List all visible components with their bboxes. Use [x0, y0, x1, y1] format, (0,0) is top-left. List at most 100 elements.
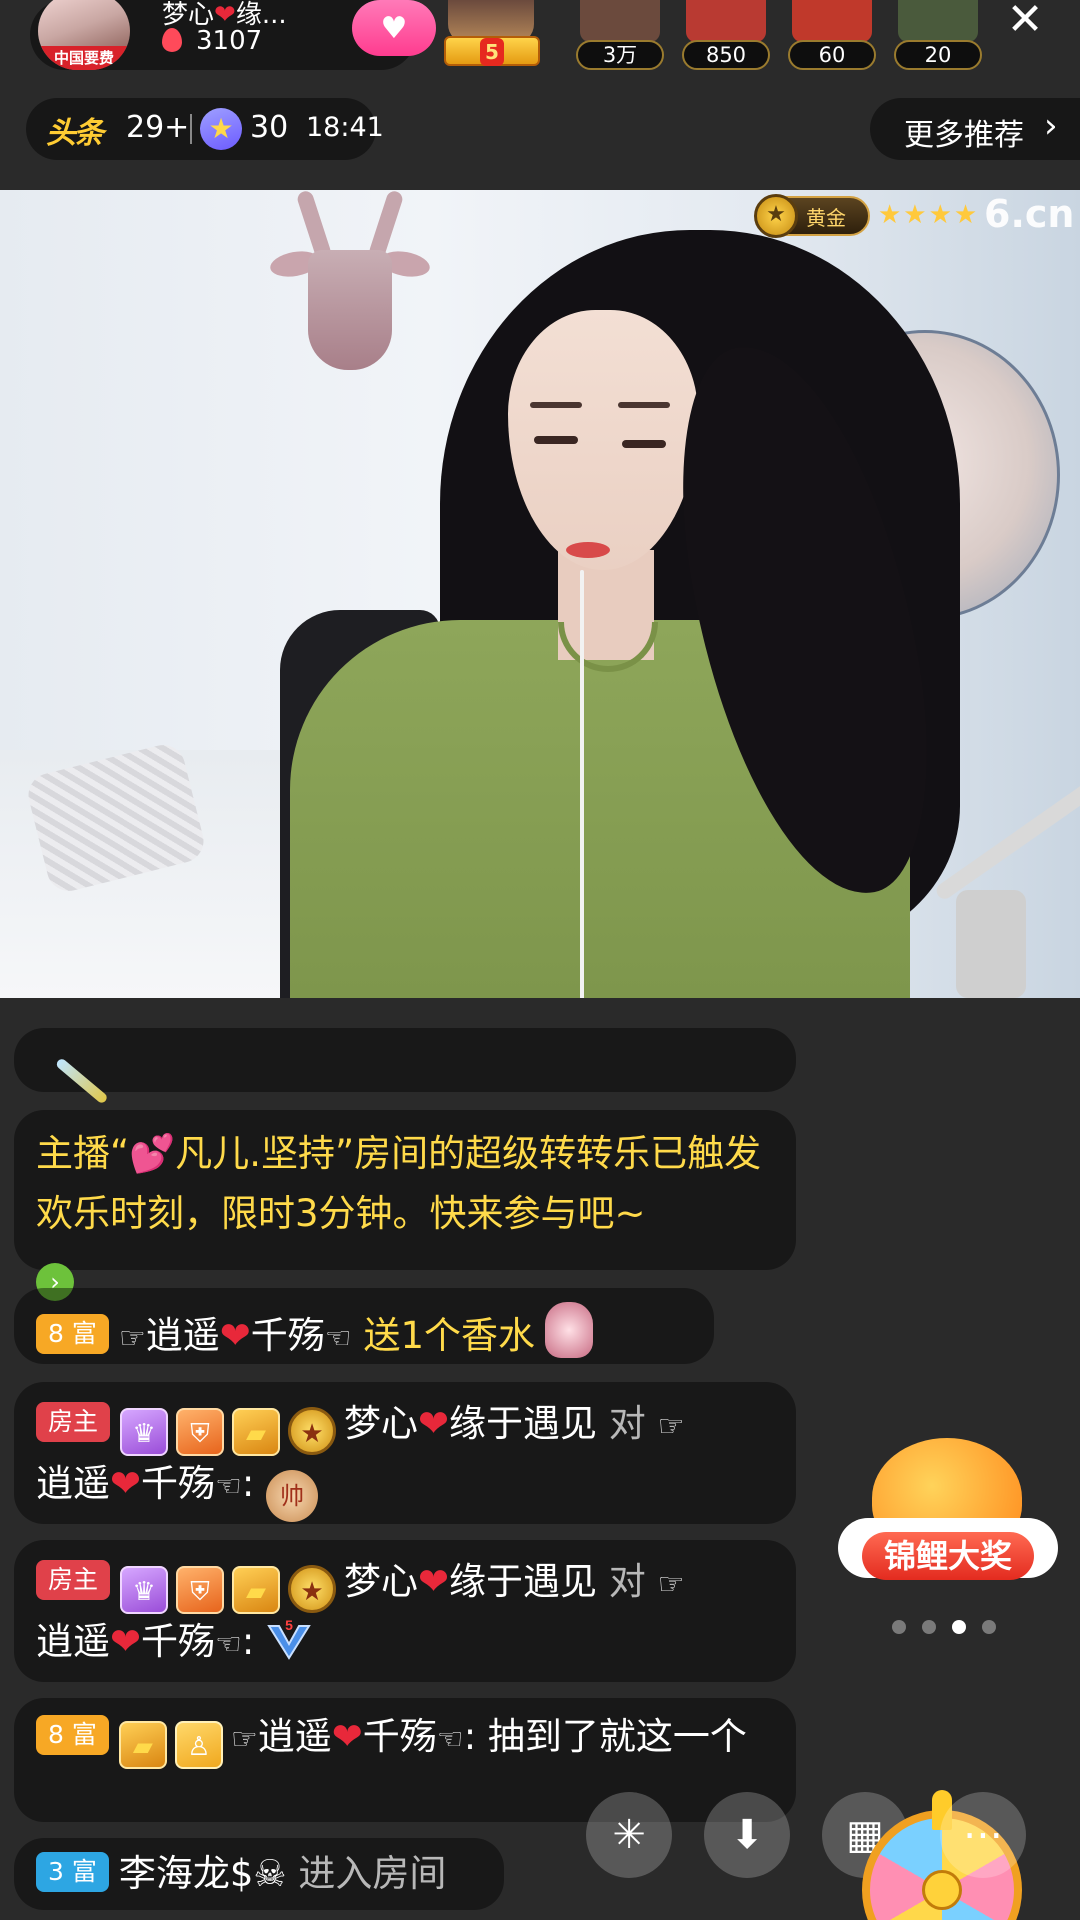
viewer-count: 60	[788, 40, 876, 70]
host-hot: 3107	[162, 26, 262, 56]
viewer-avatar[interactable]: 3万	[576, 0, 664, 72]
carousel-indicator	[892, 1620, 1002, 1636]
carousel-dot[interactable]	[982, 1620, 996, 1634]
medal-icon: ★	[754, 194, 798, 238]
heart-icon: ❤	[110, 1462, 142, 1505]
chat-username[interactable]: 逍遥	[36, 1462, 110, 1505]
heart-icon: ❤	[219, 1314, 251, 1357]
medal-icon: ★	[288, 1407, 337, 1455]
carousel-dot[interactable]	[922, 1620, 936, 1634]
gold-level-badge[interactable]: ★ 黄金	[754, 194, 870, 238]
viewer-count: 20	[894, 40, 982, 70]
chat-username[interactable]: 逍遥	[258, 1715, 332, 1758]
level-v5-icon: 5	[267, 1617, 311, 1660]
chat-username[interactable]: 梦心	[344, 1402, 418, 1445]
chat-username[interactable]: 千殇	[363, 1715, 437, 1758]
host-avatar[interactable]: 中国要费	[38, 0, 130, 70]
chat-message[interactable]: 8 富 ▰ ♙ ☞逍遥❤千殇☜: 抽到了就这一个	[14, 1698, 796, 1822]
heart-icon: ❤	[331, 1715, 363, 1758]
close-button[interactable]: ✕	[1000, 0, 1050, 44]
car-badge-icon: ▰	[232, 1408, 281, 1456]
heart-icon: ❤	[418, 1560, 450, 1603]
room-owner-tag: 房主	[36, 1402, 111, 1442]
chat-message[interactable]: 房主 ♛ ⛨ ▰ ★ 梦心❤缘于遇见 对 ☞ 逍遥❤千殇☜: 帅	[14, 1382, 796, 1524]
koi-prize-banner[interactable]: 锦鲤大奖	[838, 1428, 1058, 1600]
divider	[190, 114, 192, 144]
chevron-right-icon: ›	[1044, 106, 1058, 146]
chess-emoji-icon: 帅	[266, 1470, 319, 1522]
medal-icon: ★	[288, 1565, 337, 1613]
hand-pointing-icon: ☞	[230, 1722, 258, 1757]
chat-message-enter[interactable]: 3 富李海龙$☠ 进入房间	[14, 1838, 504, 1910]
hand-pointing-icon: ☞	[657, 1409, 685, 1444]
more-options-button[interactable]: ⋯	[940, 1792, 1026, 1878]
more-icon: ⋯	[963, 1812, 1003, 1858]
chat-username[interactable]: 逍遥	[36, 1620, 110, 1663]
star-icon: ★	[200, 108, 242, 150]
gift-action: 送1个香水	[363, 1314, 535, 1357]
chat-username[interactable]: 缘于遇见	[449, 1560, 597, 1603]
perfume-gift-icon	[545, 1302, 593, 1358]
heart-icon: ❤	[110, 1620, 142, 1663]
heart-icon: ♥	[380, 10, 408, 46]
system-prefix: 主播“	[36, 1132, 130, 1175]
viewer-avatar[interactable]: 60	[788, 0, 876, 72]
magic-wand-icon	[54, 1057, 109, 1105]
hand-pointing-icon: ☜	[436, 1722, 464, 1757]
hand-pointing-icon: ☞	[657, 1567, 685, 1602]
download-icon: ⬇	[730, 1812, 764, 1858]
viewer-avatar-image	[580, 0, 660, 42]
chat-username[interactable]: 逍遥	[146, 1314, 220, 1357]
live-video[interactable]: ★ 黄金 ★★★★ 6.cn	[0, 190, 1080, 998]
enter-text: 进入房间	[298, 1852, 447, 1895]
flame-icon	[162, 28, 182, 52]
carousel-dot[interactable]	[892, 1620, 906, 1634]
koi-prize-label: 锦鲤大奖	[862, 1532, 1034, 1580]
more-recommend-label: 更多推荐	[904, 118, 1024, 153]
skull-icon: ☠	[253, 1852, 287, 1895]
chat-username[interactable]: 千殇	[141, 1462, 215, 1505]
wealth-level-tag: 8 富	[36, 1314, 109, 1354]
follow-button[interactable]: ♥	[352, 0, 436, 56]
chat-message-gift[interactable]: 8 富 ☞逍遥❤千殇☜ 送1个香水	[14, 1288, 714, 1364]
carousel-dot-active[interactable]	[952, 1620, 966, 1634]
chat-message-system[interactable]: 主播“💕凡儿.坚持”房间的超级转转乐已触发欢乐时刻，限时3分钟。快来参与吧~ ›	[14, 1110, 796, 1301]
guardian-badge-icon: ♛	[120, 1408, 169, 1456]
hand-pointing-icon: ☜	[215, 1627, 242, 1662]
emoji-icon: 💕	[129, 1132, 176, 1175]
colon: :	[241, 1620, 255, 1663]
guardian-badge-icon: ♛	[120, 1566, 169, 1614]
sparkle-button[interactable]: ✳	[586, 1792, 672, 1878]
level-v5-number: 5	[285, 1617, 293, 1633]
hand-pointing-icon: ☜	[324, 1321, 352, 1356]
viewer-count: 850	[682, 40, 770, 70]
chat-username[interactable]: 梦心	[344, 1560, 418, 1603]
download-button[interactable]: ⬇	[704, 1792, 790, 1878]
star-count: 30	[250, 110, 289, 145]
user-badge-icon: ♙	[174, 1721, 223, 1769]
deer-head-decoration	[268, 190, 432, 430]
shield-badge-icon: ⛨	[176, 1408, 225, 1456]
viewer-avatar-image	[686, 0, 766, 42]
viewer-avatar[interactable]: 850	[682, 0, 770, 72]
to-word: 对	[608, 1402, 646, 1445]
chat-message[interactable]: 房主 ♛ ⛨ ▰ ★ 梦心❤缘于遇见 对 ☞ 逍遥❤千殇☜: 5	[14, 1540, 796, 1682]
host-info[interactable]: 中国要费 梦心❤缘... 3107 ♥	[30, 0, 436, 70]
hand-pointing-icon: ☜	[215, 1469, 242, 1504]
crown-badge[interactable]: 5	[440, 0, 544, 72]
heart-icon: ❤	[418, 1402, 450, 1445]
viewer-avatar[interactable]: 20	[894, 0, 982, 72]
viewer-avatar-image	[898, 0, 978, 42]
ranking-bar[interactable]: 头条 29+ ★ 30 18:41	[26, 98, 384, 160]
hand-pointing-icon: ☞	[118, 1321, 146, 1356]
chat-username[interactable]: 缘于遇见	[449, 1402, 597, 1445]
streamer-lips	[566, 542, 610, 558]
viewer-count: 3万	[576, 40, 664, 70]
more-recommend-button[interactable]: 更多推荐 ›	[870, 98, 1080, 160]
chat-username[interactable]: 千殇	[251, 1314, 325, 1357]
chat-username[interactable]: 千殇	[141, 1620, 215, 1663]
to-word: 对	[608, 1560, 646, 1603]
chat-username[interactable]: 李海龙$	[119, 1852, 254, 1895]
streamer-eyebrow	[530, 402, 582, 408]
system-host: 凡儿.坚持	[175, 1132, 336, 1175]
